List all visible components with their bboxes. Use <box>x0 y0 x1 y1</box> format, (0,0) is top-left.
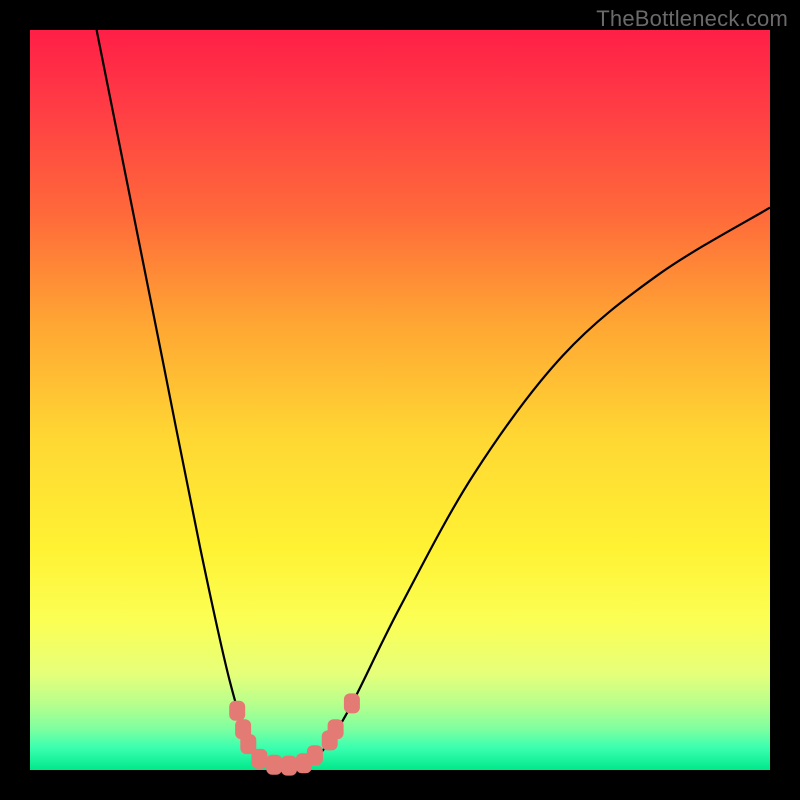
chart-frame: TheBottleneck.com <box>0 0 800 800</box>
curve-marker <box>229 701 245 721</box>
marker-group <box>229 693 360 775</box>
bottleneck-curve <box>97 30 770 768</box>
watermark-text: TheBottleneck.com <box>596 6 788 32</box>
curve-marker <box>344 693 360 713</box>
curve-svg <box>30 30 770 770</box>
curve-marker <box>281 756 297 776</box>
curve-marker <box>251 749 267 769</box>
curve-marker <box>266 755 282 775</box>
plot-area <box>30 30 770 770</box>
curve-marker <box>328 719 344 739</box>
curve-marker <box>307 745 323 765</box>
